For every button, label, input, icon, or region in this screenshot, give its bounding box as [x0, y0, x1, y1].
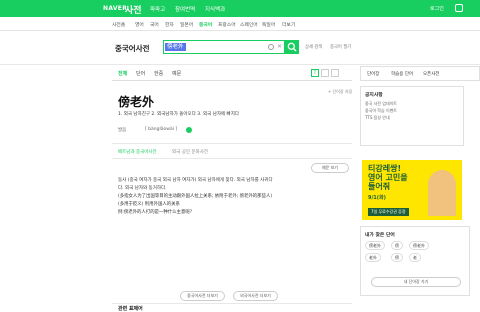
lang-ja[interactable]: 일본어 — [180, 21, 193, 28]
speaker-icon[interactable] — [186, 127, 192, 133]
lang-en[interactable]: 영어 — [135, 21, 144, 28]
recent-chip[interactable]: 傍老外 — [365, 241, 385, 250]
top-bar: NAVER 사전 파파고 참여번역 지식백과 로그인 — [0, 0, 480, 17]
recent-title: 내가 찾은 단어 — [365, 233, 395, 238]
lang-bar: 사전홈 영어 국어 한자 일본어 중국어 프랑스어 스페인어 독일어 더보기 — [0, 17, 480, 31]
lang-ko[interactable]: 국어 — [150, 21, 159, 28]
nav-papago[interactable]: 파파고 — [150, 5, 165, 13]
recent-chip[interactable]: 傍 — [391, 241, 403, 250]
ad-banner[interactable]: 티강레쌍! 영어 고민을 들어줘 9/1(화) 7일 무료수강권 증정 — [362, 160, 462, 220]
entry-word: 傍老外 — [118, 95, 155, 109]
source-tab-2[interactable]: 외국 공민 문화사전 — [172, 149, 208, 155]
pron-label: 발음 — [118, 128, 127, 133]
tab-example[interactable]: 예문 — [172, 70, 181, 77]
apps-icon[interactable] — [455, 4, 463, 12]
lang-es[interactable]: 스페인어 — [240, 21, 258, 28]
layout-icon[interactable] — [321, 69, 329, 77]
handwrite-icon[interactable] — [268, 44, 274, 50]
divider — [112, 158, 352, 159]
sense-block: 동사 (중국 여자가 중국 외국 남자 여자가) 외국 남자에게 찾다. 외국 … — [118, 177, 343, 217]
tab-all[interactable]: 전체 — [118, 70, 127, 77]
recent-chip[interactable]: 老 — [409, 253, 421, 262]
login-link[interactable]: 로그인 — [430, 5, 444, 12]
foreign-dict-more-button[interactable]: 외국어사전 더보기 — [233, 291, 278, 301]
ad-title: 티강레쌍! 영어 고민을 들어줘 — [368, 164, 408, 191]
my-wordbook-button[interactable]: 내 단어장 가기 — [371, 277, 461, 287]
naver-logo[interactable]: NAVER — [103, 5, 127, 12]
settings-icon[interactable] — [331, 69, 339, 77]
recent-chip[interactable]: 老外 — [365, 253, 381, 262]
source-tab-1[interactable]: 베트남과 중국어사전 — [118, 149, 157, 155]
lang-zh[interactable]: 중국어 — [199, 21, 212, 28]
ad-date: 9/1(화) — [368, 195, 386, 201]
nav-encyclopedia[interactable]: 지식백과 — [205, 5, 225, 13]
result-tabs: 전체 단어 한중 예문 T — [112, 66, 352, 81]
recent-chip[interactable]: 傍 — [391, 253, 403, 262]
lang-de[interactable]: 독일어 — [262, 21, 275, 28]
lang-hanja[interactable]: 한자 — [165, 21, 174, 28]
add-wordbook-button[interactable]: + 단어장 저장 — [328, 89, 352, 95]
aside-tab-wordbook[interactable]: 단어장 — [367, 71, 379, 77]
search-button[interactable] — [285, 40, 299, 54]
notice-item[interactable]: 중국 사전 업데이트 — [365, 101, 397, 107]
sense-sub: 다. 외국 남자와 동거하다. — [118, 186, 167, 191]
notice-title: 공지사항 — [365, 93, 383, 98]
example-1: (多指女人为了出国等目的主动跟外国人拉上关系; 依附于老外; 傍老外的那些人) — [118, 194, 273, 199]
search-icon — [287, 42, 297, 52]
lang-more[interactable]: 더보기 — [282, 21, 295, 28]
example-2: (多用于贬义) 利用外国人的关系 — [118, 202, 180, 207]
tab-word[interactable]: 단어 — [136, 70, 145, 77]
example-3: 例:傍老外的人打的是一种什么主意呢? — [118, 210, 193, 215]
ad-tag: 7일 무료수강권 증정 — [368, 208, 409, 216]
zh-dict-more-button[interactable]: 중국어사전 더보기 — [180, 291, 225, 301]
search-query[interactable]: 傍老外 — [165, 42, 186, 51]
recent-chip[interactable]: 傍老外 — [409, 241, 429, 250]
aside-tab-open[interactable]: 오픈사전 — [423, 71, 440, 77]
aside-tab-study[interactable]: 학습용 단어 — [391, 71, 413, 77]
ad-person-image — [428, 170, 456, 216]
notice-item[interactable]: TTS 음성 안내 — [365, 115, 390, 121]
entry-definition: 1. 외국 남자친구 2. 외국남자가 돌아오다 3. 외국 남자에 빠지다 — [118, 112, 239, 117]
lang-fr[interactable]: 프랑스어 — [218, 21, 236, 28]
dict-brand: 중국어사전 — [115, 44, 150, 53]
tab-zhko[interactable]: 한중 — [154, 70, 163, 77]
lang-home[interactable]: 사전홈 — [112, 21, 125, 28]
divider — [112, 143, 352, 144]
divider — [112, 303, 352, 304]
view-toggle-icon[interactable]: T — [311, 69, 319, 77]
handwriting-link[interactable]: 중국어 필기 — [330, 44, 351, 50]
nav-translate[interactable]: 참여번역 — [175, 5, 195, 13]
notice-item[interactable]: 중국어 학습 이벤트 — [365, 108, 397, 114]
example-more-button[interactable]: 예문 보기 — [311, 163, 349, 173]
advanced-search-link[interactable]: 상세 검색 — [305, 44, 322, 50]
aside-tabs: 단어장 학습용 단어 오픈사전 — [360, 66, 480, 81]
notice-card: 공지사항 중국 사전 업데이트 중국어 학습 이벤트 TTS 음성 안내 — [360, 86, 464, 146]
pronunciation: [ bànglǎowài ] — [145, 127, 178, 132]
clear-icon[interactable]: ✕ — [277, 43, 282, 50]
sense-text: 동사 (중국 여자가 중국 외국 남자 여자가) 외국 남자에게 찾다. 외국 … — [118, 178, 273, 183]
recent-card: 내가 찾은 단어 傍老外 傍 傍老外 老外 傍 老 내 단어장 가기 — [360, 226, 470, 296]
dict-title[interactable]: 사전 — [125, 3, 142, 16]
